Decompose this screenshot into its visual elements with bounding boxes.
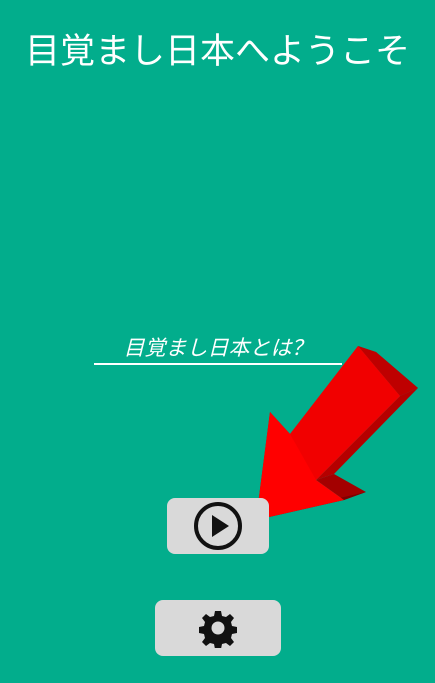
- play-button[interactable]: [167, 498, 269, 554]
- gear-icon: [199, 611, 237, 648]
- about-link[interactable]: 目覚まし日本とは？: [94, 334, 342, 365]
- settings-button[interactable]: [155, 600, 281, 656]
- app-screen: 目覚まし日本へようこそ 目覚まし日本とは？: [0, 0, 435, 683]
- play-circle-icon: [194, 502, 242, 550]
- page-title: 目覚まし日本へようこそ: [24, 32, 410, 72]
